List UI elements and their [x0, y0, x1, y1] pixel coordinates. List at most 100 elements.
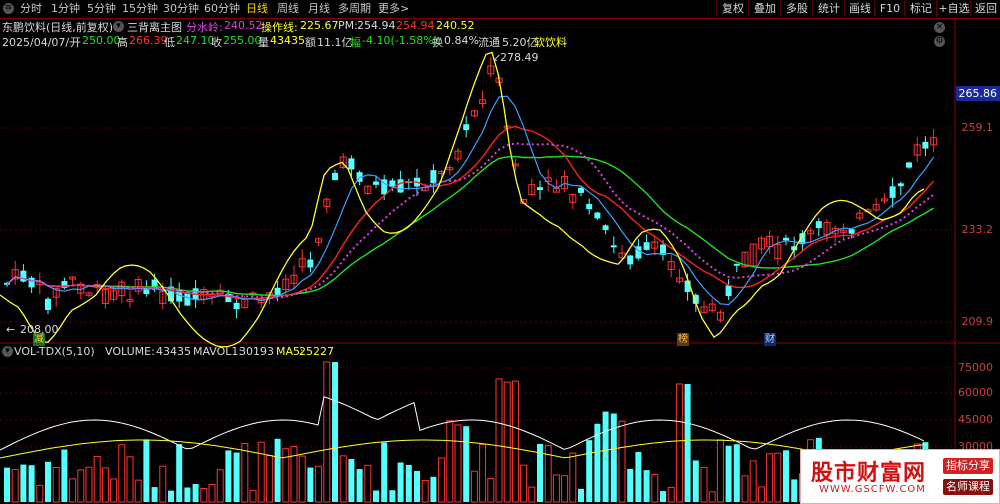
- volume-bar: [274, 438, 281, 502]
- volume-bar: [257, 441, 265, 503]
- volume-bar: [725, 445, 732, 502]
- ma20-line: [6, 155, 934, 297]
- volume-bar: [332, 362, 338, 502]
- fenshuiling-line: [6, 142, 935, 300]
- volume-bar: [168, 490, 174, 502]
- kline-chart[interactable]: [0, 0, 1000, 504]
- chart-grid: [0, 19, 1000, 504]
- volume-bar: [561, 475, 569, 503]
- volume-bar: [216, 469, 224, 503]
- volume-bar: [757, 486, 765, 503]
- candle-body: [627, 255, 634, 265]
- volume-bar: [414, 470, 420, 502]
- volume-bar: [20, 464, 27, 502]
- volume-bar: [134, 479, 142, 503]
- volume-bar: [52, 466, 60, 503]
- volume-bar: [192, 483, 199, 502]
- volume-bar: [93, 455, 101, 503]
- volume-bar: [766, 453, 774, 503]
- volume-bar: [356, 469, 363, 502]
- volume-bar: [118, 444, 126, 503]
- ad-title: 股市财富网: [811, 460, 927, 486]
- current-price-tag: 265.86: [956, 86, 1000, 101]
- volume-bar: [315, 465, 323, 503]
- volume-bar: [159, 465, 167, 503]
- volume-bar: [627, 468, 634, 502]
- volume-axis-label-2: 60000: [958, 386, 993, 399]
- volume-bar: [692, 460, 699, 502]
- volume-bar: [405, 464, 412, 502]
- candle-body: [151, 279, 158, 288]
- volume-bar: [307, 467, 314, 502]
- candle-body: [332, 172, 338, 181]
- volume-bar: [610, 413, 617, 502]
- volume-bar: [586, 440, 593, 502]
- volume-bar: [791, 479, 798, 502]
- volume-bar: [774, 452, 782, 503]
- volume-bar: [667, 486, 675, 503]
- candle-body: [602, 225, 609, 231]
- volume-bar: [463, 426, 470, 502]
- volume-bar: [479, 443, 487, 503]
- volume-bar: [397, 462, 404, 502]
- ad-url: WWW.GSCFW.COM: [819, 484, 926, 495]
- ma5-value: 25227: [299, 345, 334, 358]
- high-annotation: 278.49: [500, 51, 539, 64]
- volume-bar: [421, 479, 429, 503]
- volume-bar: [520, 464, 528, 503]
- volume-bar: [651, 473, 659, 503]
- candle-body: [610, 245, 617, 248]
- volume-ma-lines: [0, 396, 925, 459]
- volume-bar: [430, 476, 437, 502]
- candle-body: [594, 212, 601, 219]
- volume-bar: [487, 477, 495, 503]
- volume-indicator-name[interactable]: VOL-TDX(5,10): [14, 345, 95, 358]
- candle-body: [578, 187, 584, 193]
- volume-label: VOLUME:: [105, 345, 155, 358]
- candle-body: [733, 263, 740, 266]
- volume-bar: [783, 450, 789, 502]
- candle-body: [45, 298, 51, 311]
- candle-body: [463, 124, 470, 131]
- volume-dropdown-icon[interactable]: ▾: [2, 346, 13, 357]
- volume-bar: [348, 459, 355, 502]
- volume-bar: [602, 411, 609, 502]
- volume-bar: [618, 420, 626, 503]
- volume-bar: [569, 452, 577, 503]
- volume-bar: [470, 470, 478, 503]
- volume-bar: [741, 475, 749, 503]
- volume-bar: [184, 487, 191, 502]
- candle-body: [397, 179, 404, 193]
- volume-bar: [241, 443, 249, 503]
- volume-bar: [208, 483, 216, 503]
- candle-body: [906, 162, 912, 168]
- volume-bar: [265, 455, 273, 503]
- candle-body: [307, 259, 314, 268]
- ad-banner[interactable]: 股市财富网 WWW.GSCFW.COM 指标分享 名师课程: [800, 449, 1000, 504]
- volume-bar: [77, 469, 85, 503]
- volume-bar: [733, 444, 740, 502]
- volume-bar: [45, 461, 51, 502]
- volume-bar: [700, 466, 708, 503]
- candle-body: [184, 292, 191, 306]
- candle-body: [537, 187, 543, 191]
- price-axis-label-3: 209.9: [961, 315, 994, 328]
- low-annotation-arrow: ←: [6, 323, 16, 336]
- volume-value: 43435: [156, 345, 191, 358]
- ma5-line: [6, 95, 935, 306]
- candle-body: [783, 237, 789, 241]
- volume-bar: [176, 444, 183, 502]
- price-axis-label-2: 233.2: [961, 223, 994, 236]
- volume-bar: [4, 467, 10, 502]
- volume-bar: [511, 380, 519, 503]
- volume-bar: [36, 484, 44, 503]
- volume-bar: [110, 478, 118, 503]
- volume-bar: [364, 464, 372, 503]
- volume-axis-label-3: 45000: [958, 413, 993, 426]
- ad-tag-courses[interactable]: 名师课程: [943, 479, 993, 495]
- volume-bar: [126, 456, 134, 503]
- volume-bar: [69, 478, 77, 503]
- candle-body: [725, 285, 732, 297]
- ad-tag-indicators[interactable]: 指标分享: [943, 458, 993, 474]
- volume-bar: [749, 460, 757, 503]
